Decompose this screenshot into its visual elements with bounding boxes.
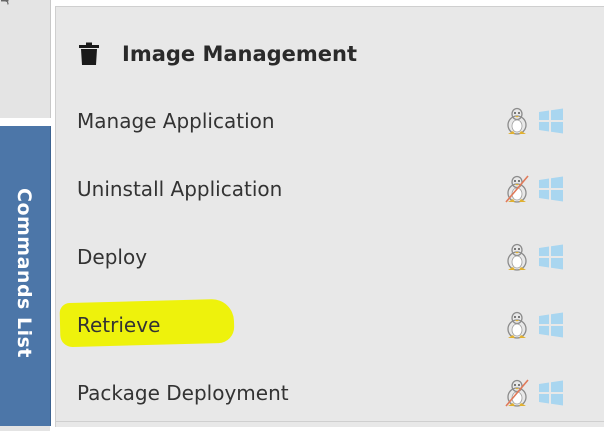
linux-icon — [507, 311, 527, 339]
command-label[interactable]: Package Deployment — [77, 381, 289, 405]
panel-divider — [56, 421, 604, 422]
commands-list-tab[interactable]: Commands List — [0, 126, 51, 426]
linux-icon — [507, 243, 527, 271]
windows-icon — [539, 108, 563, 134]
linux-icon — [507, 107, 527, 135]
command-label[interactable]: Manage Application — [77, 109, 275, 133]
panel-title: Image Management — [122, 42, 358, 66]
command-row-deploy[interactable]: Deploy — [56, 237, 604, 277]
linux-unavailable-icon — [505, 175, 529, 203]
command-label[interactable]: Deploy — [77, 245, 147, 269]
command-label[interactable]: Uninstall Application — [77, 177, 282, 201]
panel-header: Image Management — [78, 39, 357, 69]
command-row-uninstall-application[interactable]: Uninstall Application — [56, 169, 604, 209]
windows-icon — [539, 244, 563, 270]
image-management-panel: Image Management Manage Application Unin… — [55, 6, 604, 427]
sidebar-top-label: or — [0, 0, 12, 4]
command-row-manage-application[interactable]: Manage Application — [56, 101, 604, 141]
trash-bin-icon — [79, 42, 99, 65]
windows-icon — [539, 312, 563, 338]
commands-list-tab-label: Commands List — [13, 188, 35, 358]
command-row-package-deployment[interactable]: Package Deployment — [56, 373, 604, 413]
windows-icon — [539, 380, 563, 406]
windows-icon — [539, 176, 563, 202]
sidebar-top-tab[interactable]: or — [0, 0, 51, 118]
command-label[interactable]: Retrieve — [77, 313, 160, 337]
command-row-retrieve[interactable]: Retrieve — [56, 305, 604, 345]
linux-unavailable-icon — [505, 379, 529, 407]
sidebar-bottom — [0, 426, 50, 431]
